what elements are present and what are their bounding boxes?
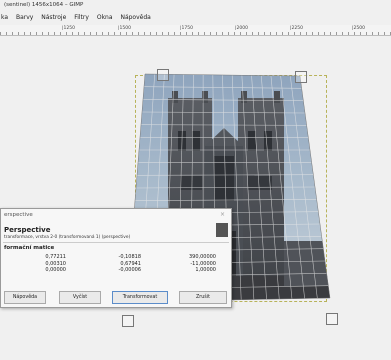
handle-bottom-left[interactable] <box>122 315 134 327</box>
menu-windows[interactable]: Okna <box>97 14 113 21</box>
menu-help[interactable]: Nápověda <box>120 14 150 21</box>
ruler-label: |2500 <box>352 26 365 31</box>
matrix-cell: 390,00000 <box>188 254 216 260</box>
window-title: (sentinel) 1456x1064 – GIMP <box>4 2 84 8</box>
matrix-cell: 0,77211 <box>45 254 66 260</box>
matrix-cell: 0,67941 <box>120 260 141 267</box>
matrix-cell: 1,00000 <box>195 267 216 273</box>
canvas-area[interactable] <box>0 36 391 360</box>
help-button[interactable]: Nápověda <box>4 291 46 304</box>
handle-bottom-right[interactable] <box>326 313 338 325</box>
transform-button[interactable]: Transformovat <box>112 291 168 304</box>
ruler-label: |1250 <box>62 26 75 31</box>
dialog-title: erspective <box>4 212 33 218</box>
matrix-cell: 0,00000 <box>45 267 66 273</box>
matrix-cell: -11,00000 <box>190 260 216 267</box>
menu-colors[interactable]: Barvy <box>16 14 33 21</box>
handle-top-right[interactable] <box>295 71 307 83</box>
menu-filters[interactable]: Filtry <box>74 14 89 21</box>
transform-matrix: 0,77211 -0,10818 390,00000 0,00310 0,679… <box>21 254 221 274</box>
layer-thumbnail-icon <box>216 223 228 237</box>
menubar: ka Barvy Nástroje Filtry Okna Nápověda <box>0 12 391 23</box>
cancel-button[interactable]: Zrušit <box>179 291 227 304</box>
handle-top-left[interactable] <box>157 69 169 81</box>
ruler-label: |2000 <box>235 26 248 31</box>
divider <box>3 242 229 243</box>
matrix-cell: -0,00006 <box>118 267 141 273</box>
ruler-label: |1500 <box>118 26 131 31</box>
perspective-dialog: erspective × Perspective transformace, v… <box>0 208 232 308</box>
ruler-label: |1750 <box>180 26 193 31</box>
menu-image[interactable]: ka <box>1 14 8 21</box>
ruler-label: |2250 <box>290 26 303 31</box>
close-icon[interactable]: × <box>220 211 225 218</box>
horizontal-ruler[interactable]: |1250 |1500 |1750 |2000 |2250 |2500 <box>0 25 391 36</box>
reset-button[interactable]: Vyčíst <box>59 291 101 304</box>
menu-tools[interactable]: Nástroje <box>41 14 66 21</box>
canvas-image[interactable] <box>0 36 391 360</box>
matrix-cell: -0,10818 <box>118 254 141 260</box>
matrix-label: formační matice <box>4 245 55 251</box>
matrix-cell: 0,00310 <box>45 260 66 267</box>
matrix-row: 0,00000 -0,00006 1,00000 <box>21 267 221 274</box>
tool-name: Perspective <box>4 226 51 234</box>
tool-subtitle: transformace, vrstva 2-0 (transformovaná… <box>4 235 131 240</box>
dialog-buttons: Nápověda Vyčíst Transformovat Zrušit <box>1 291 231 304</box>
